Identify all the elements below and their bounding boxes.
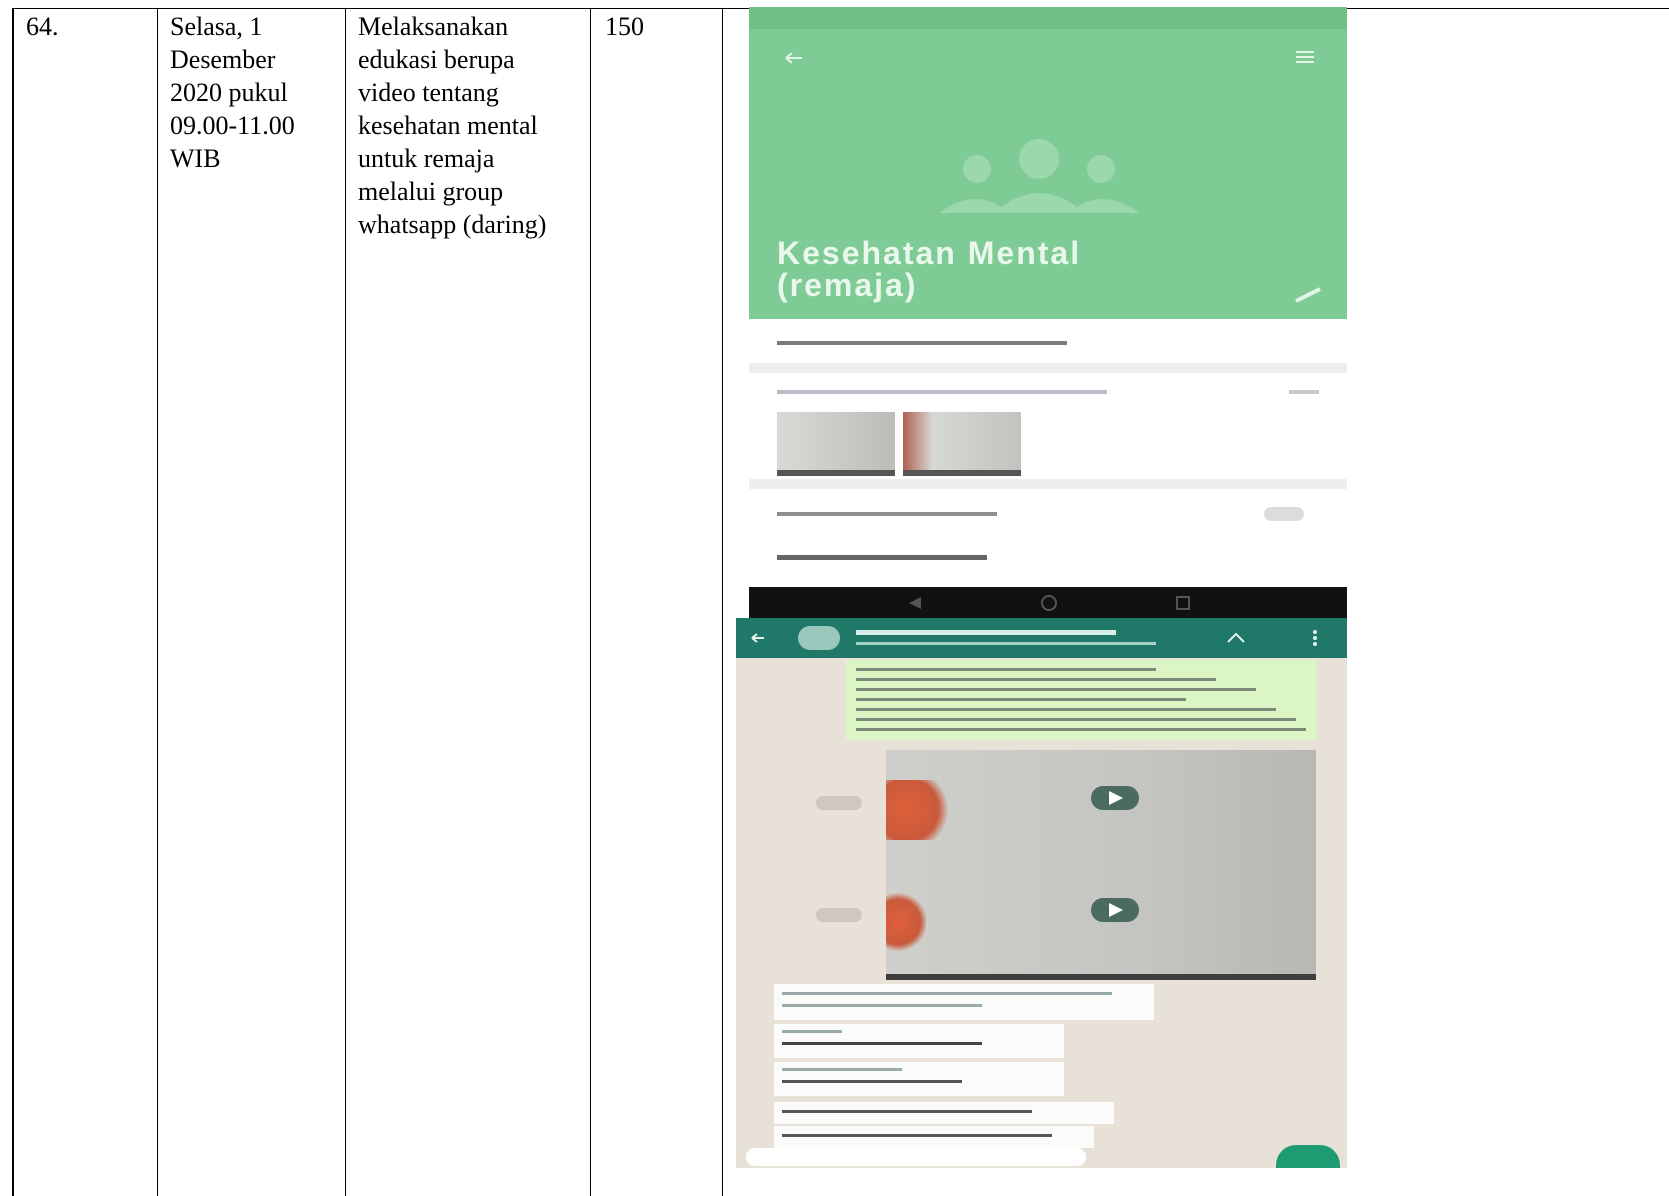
activity-line: video tentang bbox=[358, 78, 499, 107]
activity-cell: Melaksanakan edukasi berupa video tentan… bbox=[358, 10, 546, 241]
edit-pencil-icon bbox=[1295, 287, 1321, 303]
group-avatar-icon bbox=[939, 139, 1139, 213]
date-line: WIB bbox=[170, 144, 221, 173]
play-icon bbox=[1091, 898, 1139, 922]
menu-icon bbox=[1296, 51, 1314, 63]
call-icon bbox=[1227, 632, 1245, 643]
nav-buttons-icon bbox=[909, 595, 1190, 611]
message-input bbox=[746, 1148, 1086, 1166]
group-title-line: (remaja) bbox=[777, 267, 918, 303]
participant-count-cell: 150 bbox=[605, 12, 644, 41]
date-line: 2020 pukul bbox=[170, 78, 288, 107]
group-title-line: Kesehatan Mental bbox=[777, 235, 1082, 271]
back-arrow-icon bbox=[785, 52, 802, 64]
section-divider bbox=[749, 363, 1347, 373]
received-message bbox=[774, 1024, 1064, 1058]
message-text-line bbox=[782, 1134, 1052, 1137]
date-line: Desember bbox=[170, 45, 276, 74]
status-bar bbox=[749, 7, 1347, 29]
custom-notifications-label bbox=[777, 555, 987, 560]
message-text-line bbox=[782, 1068, 902, 1071]
activity-line: Melaksanakan bbox=[358, 12, 509, 41]
message-text-line bbox=[782, 1080, 962, 1083]
group-chat-screenshot bbox=[736, 618, 1347, 1168]
message-text-line bbox=[782, 1030, 842, 1033]
system-nav-bar bbox=[749, 587, 1347, 619]
group-title: Kesehatan Mental (remaja) bbox=[777, 237, 1081, 301]
chat-participants bbox=[856, 642, 1156, 645]
column-divider-2 bbox=[345, 8, 346, 1196]
message-text-line bbox=[856, 728, 1306, 731]
column-divider-1 bbox=[157, 8, 158, 1196]
video-message bbox=[886, 750, 1316, 868]
received-message bbox=[774, 984, 1154, 1020]
message-text-line bbox=[782, 992, 1112, 995]
group-header: Kesehatan Mental (remaja) bbox=[749, 7, 1347, 319]
message-text-line bbox=[856, 668, 1156, 671]
chat-header bbox=[736, 618, 1347, 658]
message-text-line bbox=[782, 1042, 982, 1045]
more-options-icon bbox=[1313, 630, 1317, 646]
date-cell: Selasa, 1 Desember 2020 pukul 09.00-11.0… bbox=[170, 10, 295, 175]
media-thumbnail bbox=[903, 412, 1021, 476]
video-thumbnail-subject bbox=[886, 780, 956, 840]
forward-icon bbox=[816, 908, 862, 922]
sent-message-bubble bbox=[846, 660, 1316, 740]
activity-line: kesehatan mental bbox=[358, 111, 538, 140]
activity-line: untuk remaja bbox=[358, 144, 495, 173]
group-info-screenshot: Kesehatan Mental (remaja) bbox=[749, 7, 1347, 619]
message-text-line bbox=[856, 708, 1276, 711]
date-line: Selasa, 1 bbox=[170, 12, 263, 41]
received-message bbox=[774, 1126, 1094, 1148]
table-left-border bbox=[12, 8, 14, 1196]
message-text-line bbox=[856, 698, 1186, 701]
media-count bbox=[1289, 390, 1319, 394]
message-text-line bbox=[782, 1110, 1032, 1113]
section-divider bbox=[749, 479, 1347, 489]
video-thumbnail-subject bbox=[886, 892, 926, 952]
chat-title bbox=[856, 630, 1116, 635]
mute-row-label bbox=[777, 512, 997, 516]
play-icon bbox=[1091, 786, 1139, 810]
video-message bbox=[886, 862, 1316, 980]
description-row bbox=[777, 341, 1067, 345]
send-button bbox=[1276, 1145, 1340, 1168]
activity-line: whatsapp (daring) bbox=[358, 210, 547, 239]
column-divider-4 bbox=[722, 8, 723, 1196]
activity-line: melalui group bbox=[358, 177, 504, 206]
received-message bbox=[774, 1102, 1114, 1124]
received-message bbox=[774, 1062, 1064, 1096]
group-avatar bbox=[798, 626, 840, 650]
column-divider-3 bbox=[590, 8, 591, 1196]
mute-toggle bbox=[1264, 507, 1304, 521]
message-text-line bbox=[782, 1004, 982, 1007]
message-text-line bbox=[856, 688, 1256, 691]
row-number-cell: 64. bbox=[26, 12, 59, 41]
forward-icon bbox=[816, 796, 862, 810]
message-text-line bbox=[856, 718, 1296, 721]
activity-line: edukasi berupa bbox=[358, 45, 515, 74]
message-text-line bbox=[856, 678, 1216, 681]
date-line: 09.00-11.00 bbox=[170, 111, 295, 140]
back-arrow-icon bbox=[751, 633, 764, 643]
media-row-label bbox=[777, 390, 1107, 394]
media-thumbnail bbox=[777, 412, 895, 476]
